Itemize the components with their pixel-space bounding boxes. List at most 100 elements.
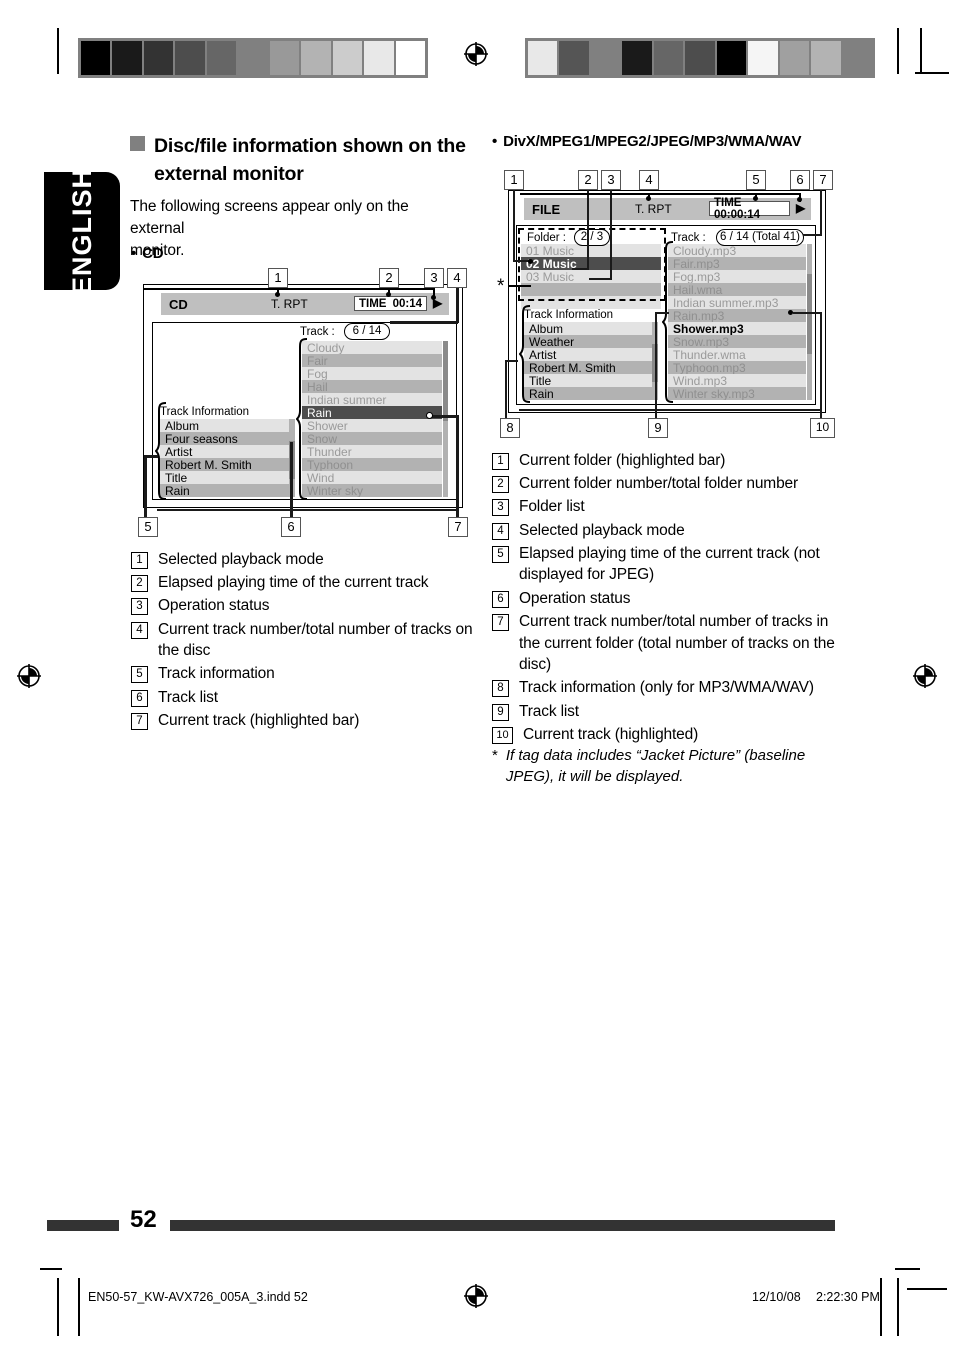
registration-target-right — [912, 663, 938, 689]
legend-text: Track information (only for MP3/WMA/WAV) — [519, 679, 814, 697]
file-lead-dot-4 — [646, 196, 651, 201]
cd-track-row[interactable]: Shower — [302, 419, 442, 432]
cd-bracket-tracklist — [296, 338, 308, 500]
calibration-swatch-9 — [332, 41, 365, 75]
cd-lead-6v — [290, 442, 293, 517]
file-lead-10v — [820, 312, 823, 418]
file-lead-dot-6 — [797, 197, 802, 202]
cd-section-bullet: • CD — [131, 245, 164, 262]
legend-text: Track list — [519, 702, 579, 720]
cd-time-value: 00:14 — [392, 297, 422, 310]
legend-item: 4 Selected playback mode — [492, 520, 842, 542]
cd-track-row[interactable]: Winter sky — [302, 484, 442, 497]
legend-item: 1 Selected playback mode — [131, 549, 476, 571]
file-callout-1: 1 — [504, 170, 524, 190]
cd-track-row[interactable]: Fair — [302, 354, 442, 367]
file-lead-5h — [648, 193, 756, 195]
cd-track-list[interactable]: Cloudy Fair Fog Hail Indian summer Rain Shower… — [302, 341, 442, 497]
legend-number: 4 — [131, 621, 148, 639]
cd-track-scrollbar[interactable] — [443, 341, 448, 497]
crop-mark-bottom-right-h — [895, 1268, 920, 1270]
file-lead-7v — [820, 190, 823, 236]
calibration-swatch-7 — [716, 41, 749, 75]
footer-date-meta: 12/10/08 — [752, 1290, 801, 1304]
crop-mark-top-right-h — [915, 72, 949, 74]
registration-target-bottom — [463, 1283, 489, 1309]
legend-text: Current folder number/total folder numbe… — [519, 475, 799, 493]
calibration-swatch-1 — [528, 41, 560, 75]
cd-track-row[interactable]: Wind — [302, 471, 442, 484]
cd-track-row[interactable]: Typhoon — [302, 458, 442, 471]
cd-time-display: TIME 00:14 — [354, 296, 427, 311]
legend-text: Track list — [158, 688, 218, 706]
cd-track-scroll-thumb[interactable] — [443, 341, 448, 421]
cd-lead-4h — [390, 321, 458, 324]
cd-info-title: Track Information — [160, 406, 250, 418]
legend-number: 1 — [131, 552, 148, 569]
file-lead-6h — [755, 193, 800, 195]
calibration-swatch-6 — [685, 41, 717, 75]
cd-track-row[interactable]: Snow — [302, 432, 442, 445]
file-bracket-tracklist — [662, 241, 674, 403]
calibration-swatch-5 — [653, 41, 686, 75]
legend-number: 5 — [131, 666, 148, 684]
legend-item: 5 Elapsed playing time of the current tra… — [492, 543, 842, 586]
calibration-swatch-5 — [206, 41, 239, 75]
file-lead-1v — [513, 190, 516, 262]
legend-text: Elapsed playing time of the current trac… — [158, 574, 429, 592]
crop-mark-top-left-v — [57, 28, 59, 74]
page-title-line2: external monitor — [154, 163, 304, 186]
cd-lead-dot-2 — [386, 292, 391, 297]
legend-text: Track information — [158, 665, 275, 683]
intro-text: The following screens appear only on the… — [130, 196, 450, 262]
file-bottom-line — [519, 409, 822, 412]
legend-text: Operation status — [158, 597, 270, 615]
calibration-swatch-1 — [81, 41, 113, 75]
cd-lead-7h — [430, 415, 458, 418]
registration-target-left — [16, 663, 42, 689]
legend-item: 7 Current track number/total number of tr… — [492, 611, 842, 676]
legend-number: 6 — [131, 689, 148, 707]
calibration-swatch-7 — [269, 41, 302, 75]
legend-item: 7 Current track (highlighted bar) — [131, 710, 476, 732]
file-bracket-info — [519, 305, 531, 403]
legend-text: Current track (highlighted) — [523, 725, 699, 743]
cd-selected-track-marker — [426, 412, 433, 419]
cd-callout-3: 3 — [424, 268, 444, 288]
legend-text: Current track number/total number of tra… — [158, 620, 473, 660]
cd-track-information: Album Four seasons Artist Robert M. Smith Ti… — [160, 419, 295, 497]
cd-time-label: TIME — [359, 297, 387, 310]
jacket-picture-asterisk: * — [497, 276, 505, 297]
cd-bracket-info — [155, 402, 167, 500]
crop-mark-bottom-left-v2 — [78, 1278, 80, 1336]
cd-info-row: Rain — [160, 484, 295, 497]
cd-lead-5h — [144, 455, 158, 458]
cd-track-row[interactable]: Fog — [302, 367, 442, 380]
file-callout-2: 2 — [578, 170, 598, 190]
page-title: Disc/file information shown on the exter… — [130, 132, 480, 189]
calibration-swatch-10 — [811, 41, 843, 75]
cd-callout-7: 7 — [448, 517, 468, 537]
cd-lead-2h — [277, 288, 389, 290]
legend-text: Current track (highlighted bar) — [158, 711, 360, 729]
legend-text: Current track number/total number of tra… — [519, 612, 835, 674]
cd-track-row[interactable]: Indian summer — [302, 393, 442, 406]
cd-track-row[interactable]: Rain — [302, 406, 442, 419]
cd-callout-1: 1 — [268, 268, 288, 288]
calibration-swatch-2 — [112, 41, 144, 75]
legend-text: Current folder (highlighted bar) — [519, 452, 726, 469]
footnote-text: If tag data includes “Jacket Picture” (b… — [505, 747, 806, 785]
calibration-swatch-8 — [748, 41, 780, 75]
cd-lead-3h — [388, 288, 434, 290]
cd-track-row[interactable]: Hail — [302, 380, 442, 393]
file-status-bar: FILE T. RPT TIME 00:00:14 ▶ — [524, 197, 811, 221]
file-callout-10: 10 — [810, 418, 835, 438]
cd-info-row: Robert M. Smith — [160, 458, 295, 471]
jacket-picture-footnote: * If tag data includes “Jacket Picture” … — [492, 745, 837, 787]
crop-mark-bottom-right-v — [880, 1278, 882, 1336]
calibration-swatch-9 — [779, 41, 812, 75]
cd-track-row[interactable]: Thunder — [302, 445, 442, 458]
cd-track-row[interactable]: Cloudy — [302, 341, 442, 354]
file-track-counter: 6 / 14 (Total 41) — [716, 229, 804, 246]
file-time-display: TIME 00:00:14 — [709, 197, 790, 221]
